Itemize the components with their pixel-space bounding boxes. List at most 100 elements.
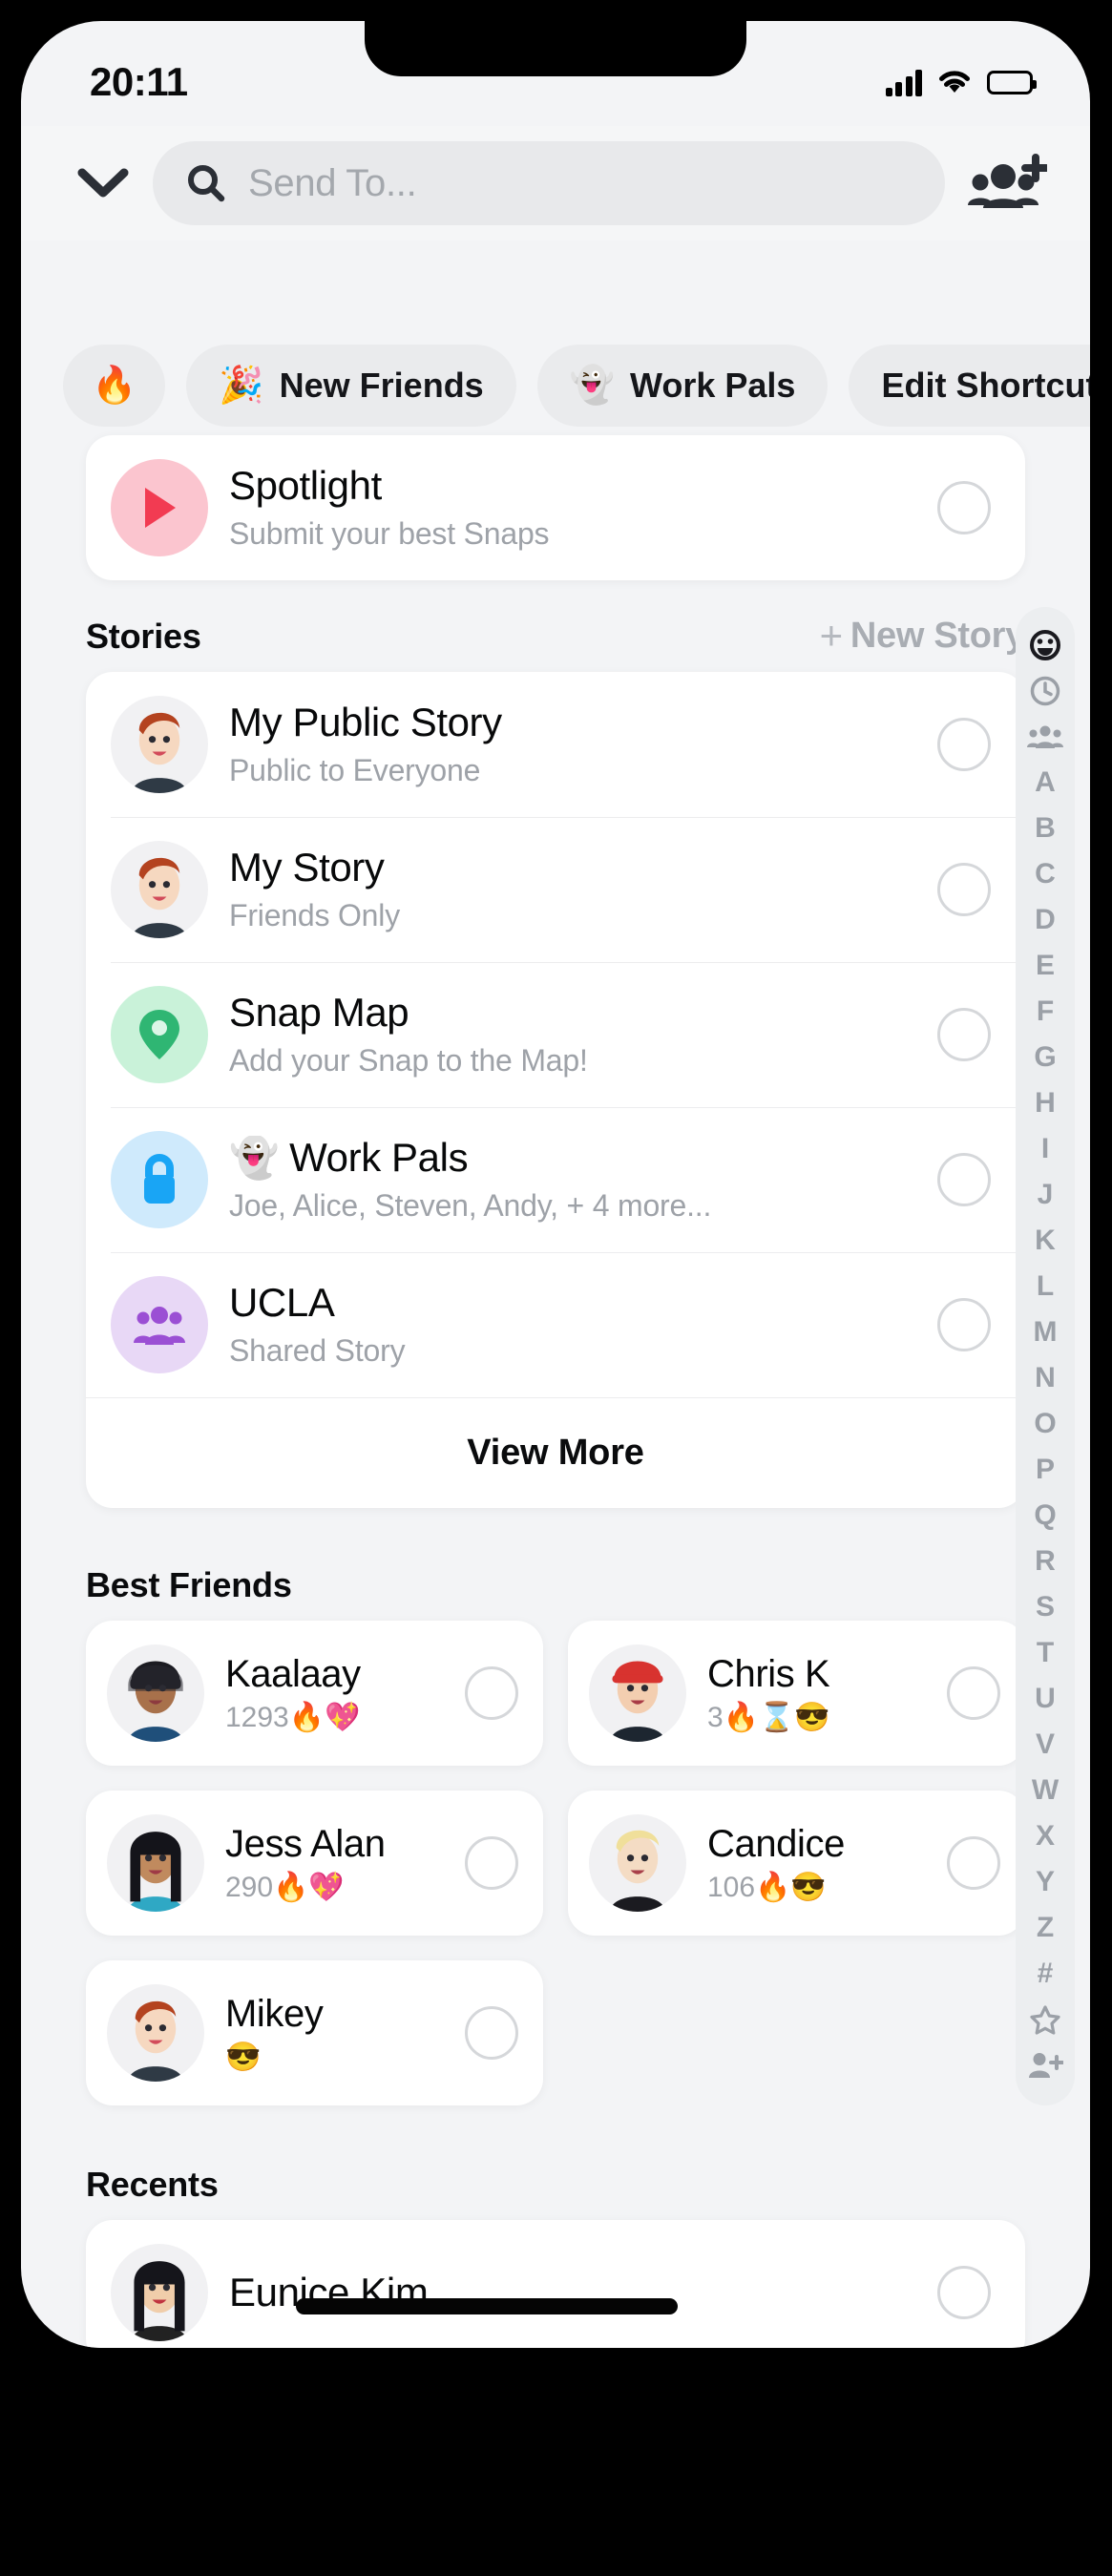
select-circle[interactable] bbox=[465, 1666, 518, 1720]
view-more-button[interactable]: View More bbox=[86, 1397, 1025, 1508]
scrubber-letter[interactable]: V bbox=[1016, 1722, 1075, 1768]
chip-fire[interactable]: 🔥 bbox=[63, 345, 166, 427]
story-row[interactable]: Snap Map Add your Snap to the Map! bbox=[86, 962, 1025, 1107]
scrubber-letter[interactable]: G bbox=[1016, 1035, 1075, 1080]
chip-work-pals[interactable]: 👻 Work Pals bbox=[536, 345, 829, 427]
scrubber-letter[interactable]: F bbox=[1016, 989, 1075, 1035]
scrubber-letter[interactable]: U bbox=[1016, 1676, 1075, 1722]
scrubber-letter[interactable]: O bbox=[1016, 1401, 1075, 1447]
select-circle[interactable] bbox=[937, 718, 991, 771]
scrubber-clock-icon[interactable] bbox=[1016, 668, 1075, 714]
recent-row[interactable]: Eunice Kim bbox=[86, 2220, 1025, 2348]
stories-card[interactable]: My Public Story Public to Everyone My Sto… bbox=[86, 672, 1025, 1508]
scrubber-letter[interactable]: W bbox=[1016, 1768, 1075, 1813]
search-placeholder-text: Send To... bbox=[248, 161, 417, 204]
scrubber-letter[interactable]: B bbox=[1016, 806, 1075, 851]
select-circle[interactable] bbox=[937, 1153, 991, 1206]
bitmoji-redhair-avatar bbox=[107, 1984, 204, 2082]
scrubber-letter[interactable]: E bbox=[1016, 943, 1075, 989]
select-circle[interactable] bbox=[937, 481, 991, 534]
best-friends-grid[interactable]: Kaalaay 1293🔥💖 Chris K 3🔥⌛😎 Jess Alan 290🔥💖… bbox=[21, 1621, 1090, 2105]
spotlight-title: Spotlight bbox=[229, 464, 382, 509]
scrubber-letter[interactable]: X bbox=[1016, 1813, 1075, 1859]
new-story-button[interactable]: + New Story bbox=[820, 613, 1026, 672]
recents-card[interactable]: Eunice Kim bbox=[86, 2220, 1025, 2348]
select-circle[interactable] bbox=[937, 1008, 991, 1061]
scrubber-letter[interactable]: T bbox=[1016, 1630, 1075, 1676]
bitmoji-beanie-avatar bbox=[107, 1644, 204, 1742]
select-circle[interactable] bbox=[465, 1836, 518, 1890]
spotlight-row[interactable]: Spotlight Submit your best Snaps bbox=[86, 435, 1025, 580]
bitmoji-redcap-avatar bbox=[589, 1644, 686, 1742]
spotlight-text: Spotlight Submit your best Snaps bbox=[229, 464, 937, 551]
scrubber-letter[interactable]: Q bbox=[1016, 1493, 1075, 1539]
best-friend-streak: 😎 bbox=[225, 2041, 262, 2073]
scrubber-letter[interactable]: R bbox=[1016, 1539, 1075, 1584]
scrubber-letter[interactable]: D bbox=[1016, 897, 1075, 943]
scrubber-letter[interactable]: P bbox=[1016, 1447, 1075, 1493]
scrubber-letter[interactable]: J bbox=[1016, 1172, 1075, 1218]
scrubber-letter[interactable]: S bbox=[1016, 1584, 1075, 1630]
best-friend-card[interactable]: Jess Alan 290🔥💖 bbox=[86, 1791, 543, 1936]
scrubber-letter[interactable]: H bbox=[1016, 1080, 1075, 1126]
story-subtitle: Add your Snap to the Map! bbox=[229, 1042, 588, 1078]
chip-edit-shortcuts[interactable]: Edit Shortcuts bbox=[849, 345, 1090, 427]
story-row[interactable]: My Story Friends Only bbox=[86, 817, 1025, 962]
story-text: My Public Story Public to Everyone bbox=[229, 701, 937, 787]
story-row[interactable]: UCLA Shared Story bbox=[86, 1252, 1025, 1397]
best-friend-card[interactable]: Candice 106🔥😎 bbox=[568, 1791, 1025, 1936]
best-friend-card[interactable]: Chris K 3🔥⌛😎 bbox=[568, 1621, 1025, 1766]
scrubber-letter[interactable]: # bbox=[1016, 1951, 1075, 1997]
best-friend-streak: 290🔥💖 bbox=[225, 1871, 345, 1903]
story-subtitle: Public to Everyone bbox=[229, 752, 481, 787]
scrubber-letter[interactable]: Z bbox=[1016, 1905, 1075, 1951]
bitmoji-darkhair-avatar bbox=[107, 1814, 204, 1912]
chip-new-friends[interactable]: 🎉 New Friends bbox=[186, 345, 516, 427]
new-story-label: New Story bbox=[850, 615, 1025, 656]
spotlight-card[interactable]: Spotlight Submit your best Snaps bbox=[86, 435, 1025, 580]
story-row[interactable]: My Public Story Public to Everyone bbox=[86, 672, 1025, 817]
scrubber-smiley-face-icon[interactable] bbox=[1016, 622, 1075, 668]
best-friend-streak: 106🔥😎 bbox=[707, 1871, 827, 1903]
best-friend-streak: 3🔥⌛😎 bbox=[707, 1701, 830, 1733]
select-circle[interactable] bbox=[937, 2266, 991, 2319]
add-friends-icon[interactable] bbox=[966, 142, 1048, 224]
best-friend-text: Jess Alan 290🔥💖 bbox=[225, 1823, 465, 1904]
lock-icon bbox=[111, 1131, 208, 1228]
story-subtitle: Friends Only bbox=[229, 897, 400, 932]
select-circle[interactable] bbox=[465, 2006, 518, 2060]
scrubber-letter[interactable]: N bbox=[1016, 1355, 1075, 1401]
scrubber-letter[interactable]: Y bbox=[1016, 1859, 1075, 1905]
status-bar-icons bbox=[885, 68, 1037, 96]
select-circle[interactable] bbox=[947, 1836, 1000, 1890]
story-text: Snap Map Add your Snap to the Map! bbox=[229, 991, 937, 1078]
best-friend-card[interactable]: Mikey 😎 bbox=[86, 1960, 543, 2105]
story-row[interactable]: 👻 Work Pals Joe, Alice, Steven, Andy, + 4… bbox=[86, 1107, 1025, 1252]
chip-label: Edit Shortcuts bbox=[881, 366, 1090, 405]
scrubber-letter[interactable]: M bbox=[1016, 1309, 1075, 1355]
search-input[interactable]: Send To... bbox=[153, 141, 945, 225]
phone-screen: 20:11 Send To... 🔥 🎉 New Friends 👻 Work … bbox=[21, 21, 1090, 2348]
search-icon bbox=[185, 162, 227, 204]
best-friend-text: Kaalaay 1293🔥💖 bbox=[225, 1653, 465, 1734]
scrubber-letter[interactable]: K bbox=[1016, 1218, 1075, 1264]
scrubber-group-people-icon[interactable] bbox=[1016, 714, 1075, 760]
scrubber-letter[interactable]: A bbox=[1016, 760, 1075, 806]
alphabet-scrubber[interactable]: A B C D E F G H I J K L M N O P Q R S T U V W X Y Z # bbox=[1016, 607, 1075, 2105]
best-friend-name: Kaalaay bbox=[225, 1652, 361, 1695]
select-circle[interactable] bbox=[937, 1298, 991, 1351]
recents-section-header: Recents bbox=[21, 2105, 1090, 2220]
select-circle[interactable] bbox=[947, 1666, 1000, 1720]
scrubber-add-person-icon[interactable] bbox=[1016, 2042, 1075, 2088]
select-circle[interactable] bbox=[937, 863, 991, 916]
scrubber-star-icon[interactable] bbox=[1016, 1997, 1075, 2042]
shortcut-chips-row[interactable]: 🔥 🎉 New Friends 👻 Work Pals Edit Shortcuts bbox=[21, 336, 1090, 435]
status-bar-clock: 20:11 bbox=[90, 59, 188, 104]
scrubber-letter[interactable]: C bbox=[1016, 851, 1075, 897]
scrubber-letter[interactable]: I bbox=[1016, 1126, 1075, 1172]
chip-label: Work Pals bbox=[630, 366, 796, 405]
map-pin-icon bbox=[111, 986, 208, 1083]
best-friend-card[interactable]: Kaalaay 1293🔥💖 bbox=[86, 1621, 543, 1766]
chevron-down-icon[interactable] bbox=[74, 155, 132, 212]
scrubber-letter[interactable]: L bbox=[1016, 1264, 1075, 1309]
